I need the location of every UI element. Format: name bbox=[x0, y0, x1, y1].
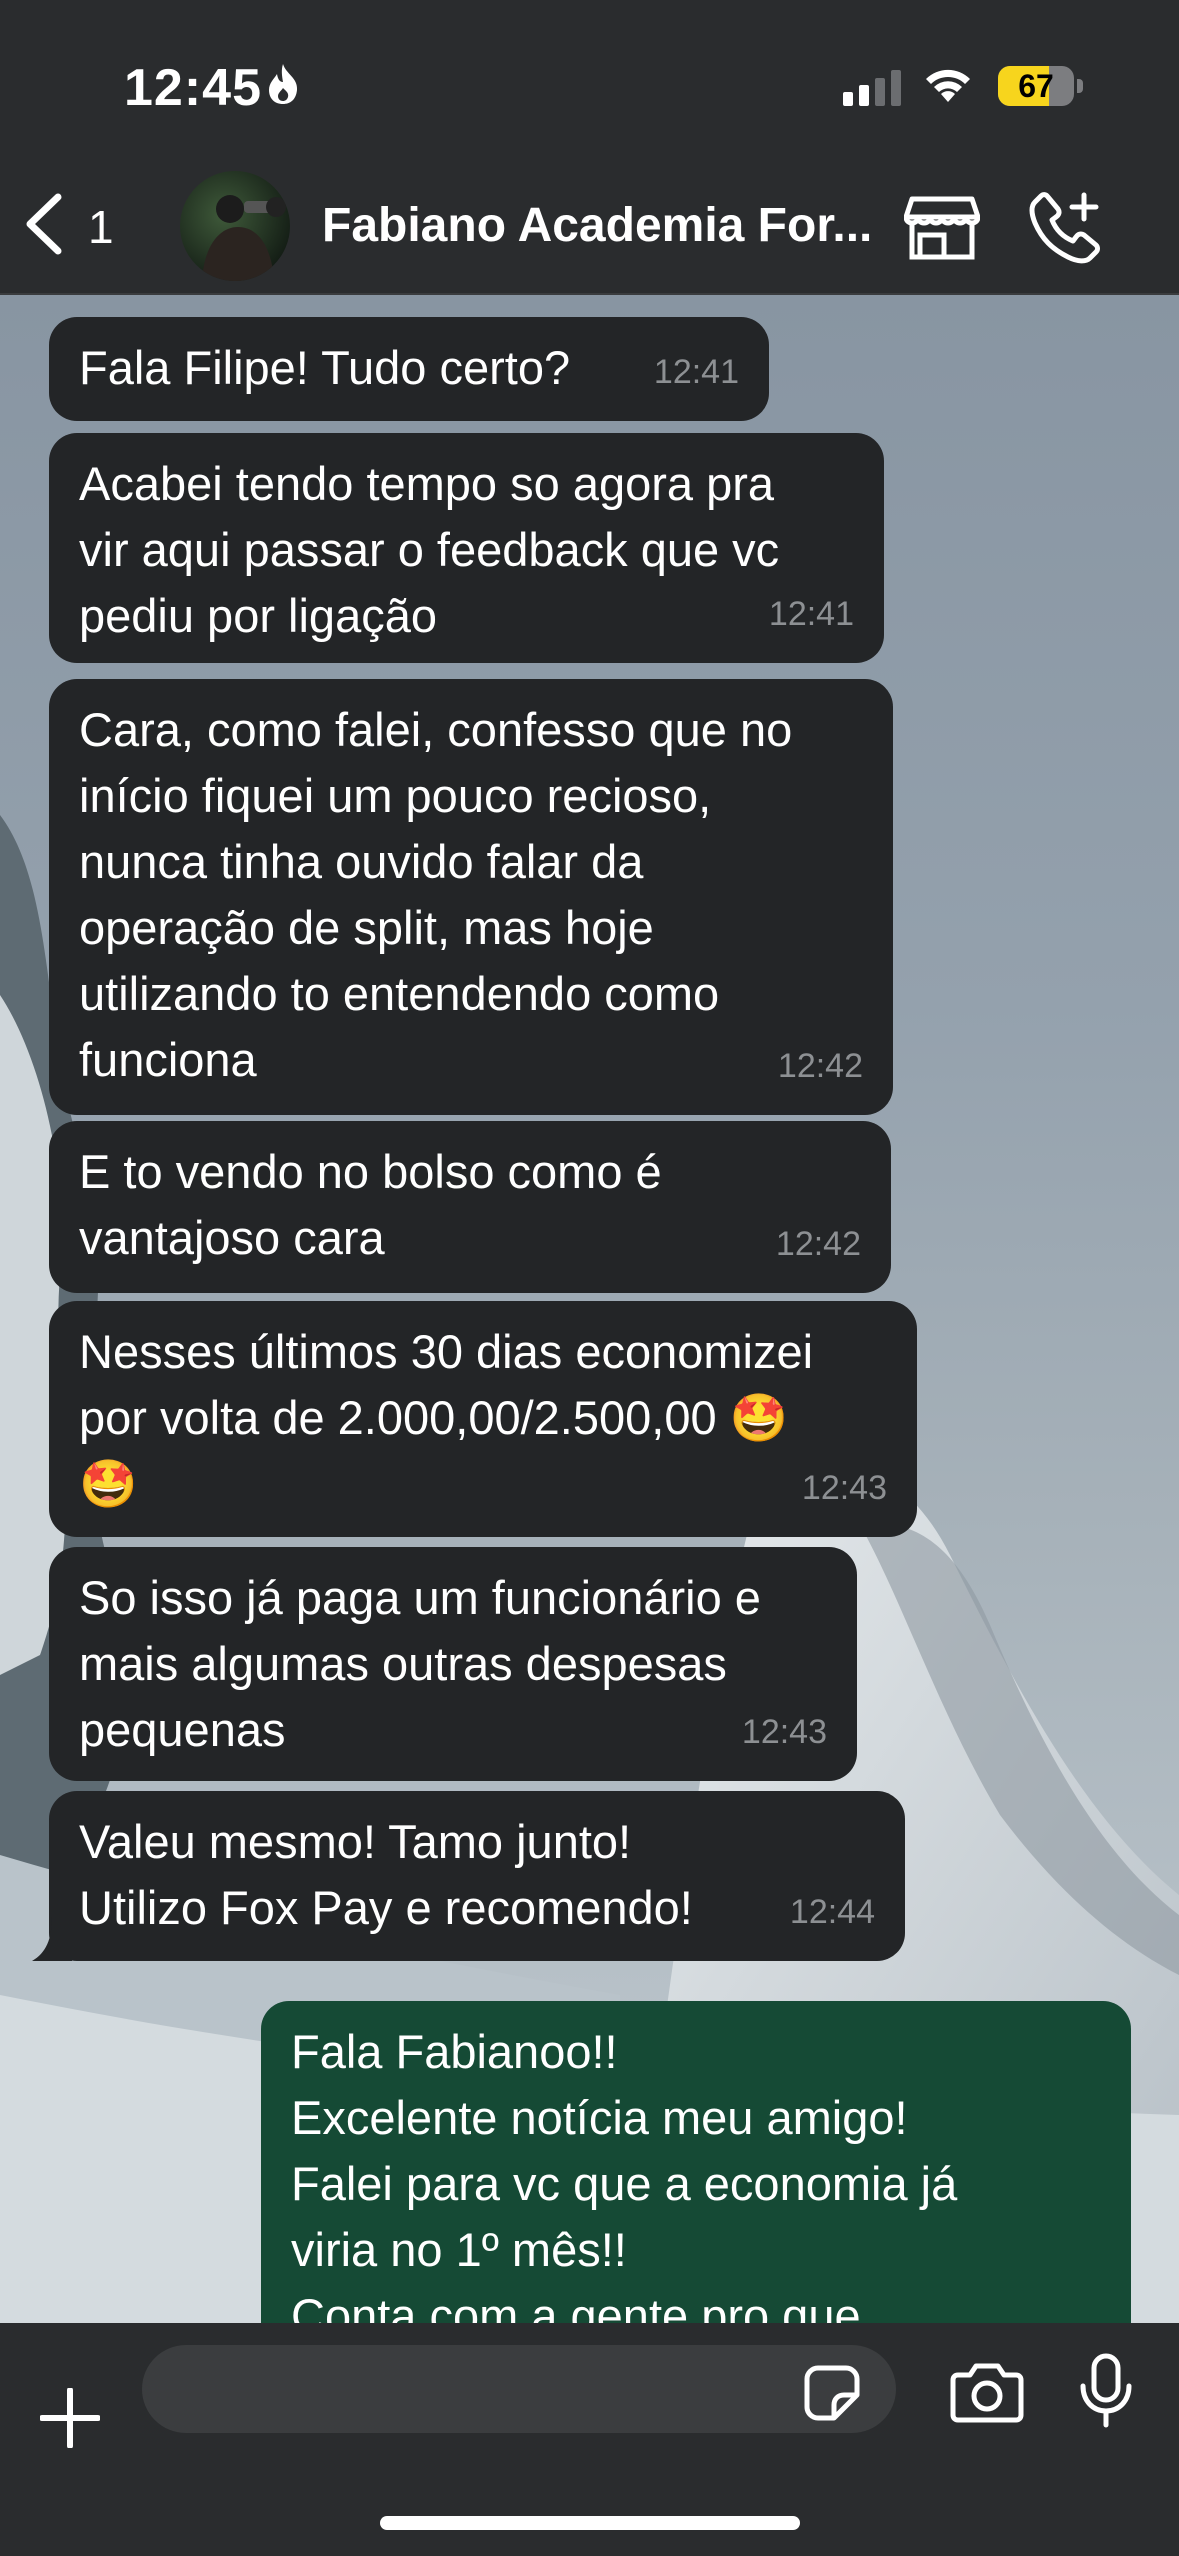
plus-icon[interactable] bbox=[39, 2387, 101, 2453]
add-call-icon[interactable] bbox=[1028, 191, 1102, 270]
message-time: 12:42 bbox=[777, 1047, 863, 1085]
message-text: Valeu mesmo! Tamo junto! Utilizo Fox Pay… bbox=[79, 1815, 693, 1934]
chat-header: 1 Fabiano Academia For... bbox=[0, 165, 1179, 295]
message-text: Fala Filipe! Tudo certo? bbox=[79, 341, 571, 394]
message-text: Nesses últimos 30 dias economizei por vo… bbox=[79, 1325, 814, 1510]
chevron-left-icon bbox=[22, 193, 66, 260]
unread-count: 1 bbox=[88, 200, 114, 253]
message-input[interactable] bbox=[142, 2345, 896, 2433]
bubble-tail bbox=[32, 1917, 72, 1961]
cellular-signal-icon bbox=[843, 70, 903, 111]
message-bubble-outgoing[interactable]: Fala Fabianoo!! Excelente notícia meu am… bbox=[261, 2001, 1131, 2323]
message-bubble-incoming[interactable]: Fala Filipe! Tudo certo? 12:41 bbox=[49, 317, 769, 421]
message-bubble-incoming[interactable]: Valeu mesmo! Tamo junto! Utilizo Fox Pay… bbox=[49, 1791, 905, 1961]
message-time: 12:43 bbox=[741, 1713, 827, 1751]
message-text: Cara, como falei, confesso que no início… bbox=[79, 703, 793, 1086]
message-time: 12:42 bbox=[775, 1225, 861, 1263]
message-text: Fala Fabianoo!! Excelente notícia meu am… bbox=[291, 2025, 958, 2323]
sticker-icon[interactable] bbox=[804, 2365, 860, 2426]
message-bubble-incoming[interactable]: E to vendo no bolso como é vantajoso car… bbox=[49, 1121, 891, 1293]
message-bubble-incoming[interactable]: Acabei tendo tempo so agora pra vir aqui… bbox=[49, 433, 884, 663]
battery-level: 67 bbox=[1018, 68, 1054, 104]
flame-icon bbox=[266, 62, 300, 111]
battery-indicator: 67 bbox=[998, 66, 1074, 106]
message-text: E to vendo no bolso como é vantajoso car… bbox=[79, 1145, 662, 1264]
home-indicator[interactable] bbox=[380, 2516, 800, 2530]
wifi-icon bbox=[922, 60, 974, 109]
store-icon[interactable] bbox=[903, 195, 981, 266]
message-time: 12:41 bbox=[768, 595, 854, 633]
camera-icon[interactable] bbox=[950, 2361, 1024, 2428]
message-bubble-incoming[interactable]: So isso já paga um funcionário e mais al… bbox=[49, 1547, 857, 1781]
chat-area[interactable]: Fala Filipe! Tudo certo? 12:41 Acabei te… bbox=[0, 295, 1179, 2323]
message-time: 12:44 bbox=[789, 1893, 875, 1931]
message-text: So isso já paga um funcionário e mais al… bbox=[79, 1571, 761, 1756]
microphone-icon[interactable] bbox=[1078, 2353, 1134, 2434]
status-bar: 12:45 67 bbox=[0, 0, 1179, 165]
avatar[interactable] bbox=[180, 171, 290, 281]
contact-name[interactable]: Fabiano Academia For... bbox=[322, 198, 872, 253]
message-bubble-incoming[interactable]: Cara, como falei, confesso que no início… bbox=[49, 679, 893, 1115]
message-text: Acabei tendo tempo so agora pra vir aqui… bbox=[79, 457, 780, 642]
battery-nub bbox=[1077, 79, 1083, 93]
message-time: 12:43 bbox=[801, 1469, 887, 1507]
message-bubble-incoming[interactable]: Nesses últimos 30 dias economizei por vo… bbox=[49, 1301, 917, 1537]
status-time: 12:45 bbox=[124, 59, 262, 117]
message-time: 12:41 bbox=[653, 353, 739, 391]
back-button[interactable]: 1 bbox=[22, 193, 114, 260]
